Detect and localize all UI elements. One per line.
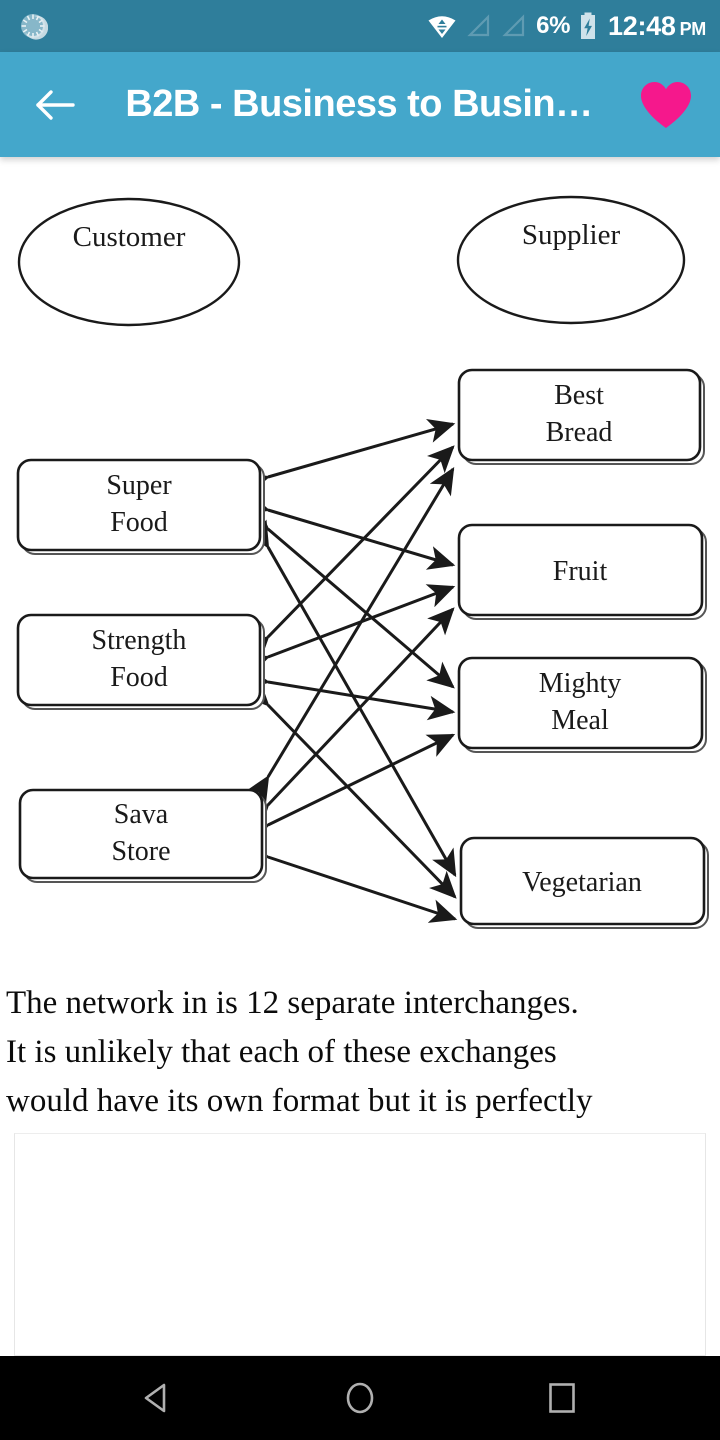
- nav-back-triangle-icon[interactable]: [137, 1377, 179, 1419]
- node-super-food-line2: Food: [110, 507, 168, 538]
- clock-time: 12:48: [608, 10, 676, 41]
- node-best-bread: Best Bread: [457, 368, 705, 465]
- nav-home-circle-icon[interactable]: [339, 1377, 381, 1419]
- phone-screen: 6% 12:48 PM B2B - Business to Busin… Cus…: [0, 0, 720, 1440]
- node-customer-label: Customer: [73, 221, 186, 253]
- node-customer: Customer: [17, 197, 241, 327]
- node-best-bread-line2: Bread: [546, 417, 613, 448]
- node-vegetarian-label: Vegetarian: [522, 867, 642, 898]
- wifi-transfer-icon: [427, 13, 457, 39]
- node-supplier: Supplier: [456, 195, 686, 325]
- customer-nodes: Super Food Strength Food Sava Store: [16, 458, 267, 883]
- node-strength-food: Strength Food: [16, 613, 265, 710]
- signal-bar-icon: [466, 13, 492, 39]
- node-fruit: Fruit: [457, 523, 707, 620]
- node-strength-food-line1: Strength: [92, 625, 187, 656]
- node-vegetarian: Vegetarian: [459, 836, 709, 929]
- edge-sava-store-mighty-meal: [240, 733, 456, 847]
- android-navigation-bar: [0, 1356, 720, 1440]
- status-bar-clock: 12:48 PM: [608, 10, 707, 41]
- node-super-food: Super Food: [16, 458, 265, 555]
- ad-banner-placeholder[interactable]: [14, 1133, 706, 1356]
- body-paragraph-line-3: would have its own format but it is perf…: [6, 1083, 593, 1119]
- status-bar-left: [18, 11, 48, 41]
- edge-super-food-best-bread: [240, 418, 456, 496]
- b2b-network-diagram: Customer Supplier Super Food Strength Fo…: [0, 157, 720, 957]
- network-svg: Customer Supplier Super Food Strength Fo…: [16, 195, 709, 929]
- node-fruit-label: Fruit: [553, 556, 608, 587]
- battery-percent-label: 6%: [536, 12, 571, 39]
- app-bar: B2B - Business to Busin…: [0, 52, 720, 157]
- signal-bar-icon: [501, 13, 527, 39]
- node-sava-store-line1: Sava: [114, 799, 169, 830]
- edge-super-food-fruit: [240, 491, 456, 570]
- edge-strength-food-vegetarian: [242, 678, 457, 899]
- node-mighty-meal: Mighty Meal: [457, 656, 707, 753]
- content-area: Customer Supplier Super Food Strength Fo…: [0, 157, 720, 1133]
- node-mighty-meal-line2: Meal: [551, 705, 609, 736]
- node-best-bread-line1: Best: [554, 380, 604, 411]
- body-paragraph: The network in is 12 separate interchang…: [0, 979, 720, 1126]
- status-bar-right: 6% 12:48 PM: [427, 12, 706, 40]
- node-mighty-meal-line1: Mighty: [539, 668, 621, 699]
- back-arrow-icon[interactable]: [32, 81, 80, 129]
- node-sava-store: Sava Store: [18, 788, 267, 883]
- body-paragraph-line-2: It is unlikely that each of these exchan…: [6, 1034, 557, 1070]
- battery-charging-icon: [579, 12, 597, 40]
- node-strength-food-line2: Food: [110, 662, 168, 693]
- nav-recents-square-icon[interactable]: [541, 1377, 583, 1419]
- status-bar: 6% 12:48 PM: [0, 0, 720, 52]
- clock-meridiem: PM: [679, 18, 707, 39]
- network-edges: [240, 418, 458, 923]
- edge-sava-store-best-bread: [244, 466, 455, 805]
- page-title: B2B - Business to Busin…: [125, 83, 593, 125]
- node-supplier-label: Supplier: [522, 219, 621, 251]
- supplier-nodes: Best Bread Fruit Mighty Meal Vegetarian: [457, 368, 709, 929]
- node-super-food-line1: Super: [106, 470, 172, 501]
- sync-spinner-icon: [18, 11, 48, 41]
- body-paragraph-line-1: The network in is 12 separate interchang…: [6, 985, 579, 1021]
- node-sava-store-line2: Store: [111, 836, 170, 867]
- heart-icon[interactable]: [638, 79, 694, 131]
